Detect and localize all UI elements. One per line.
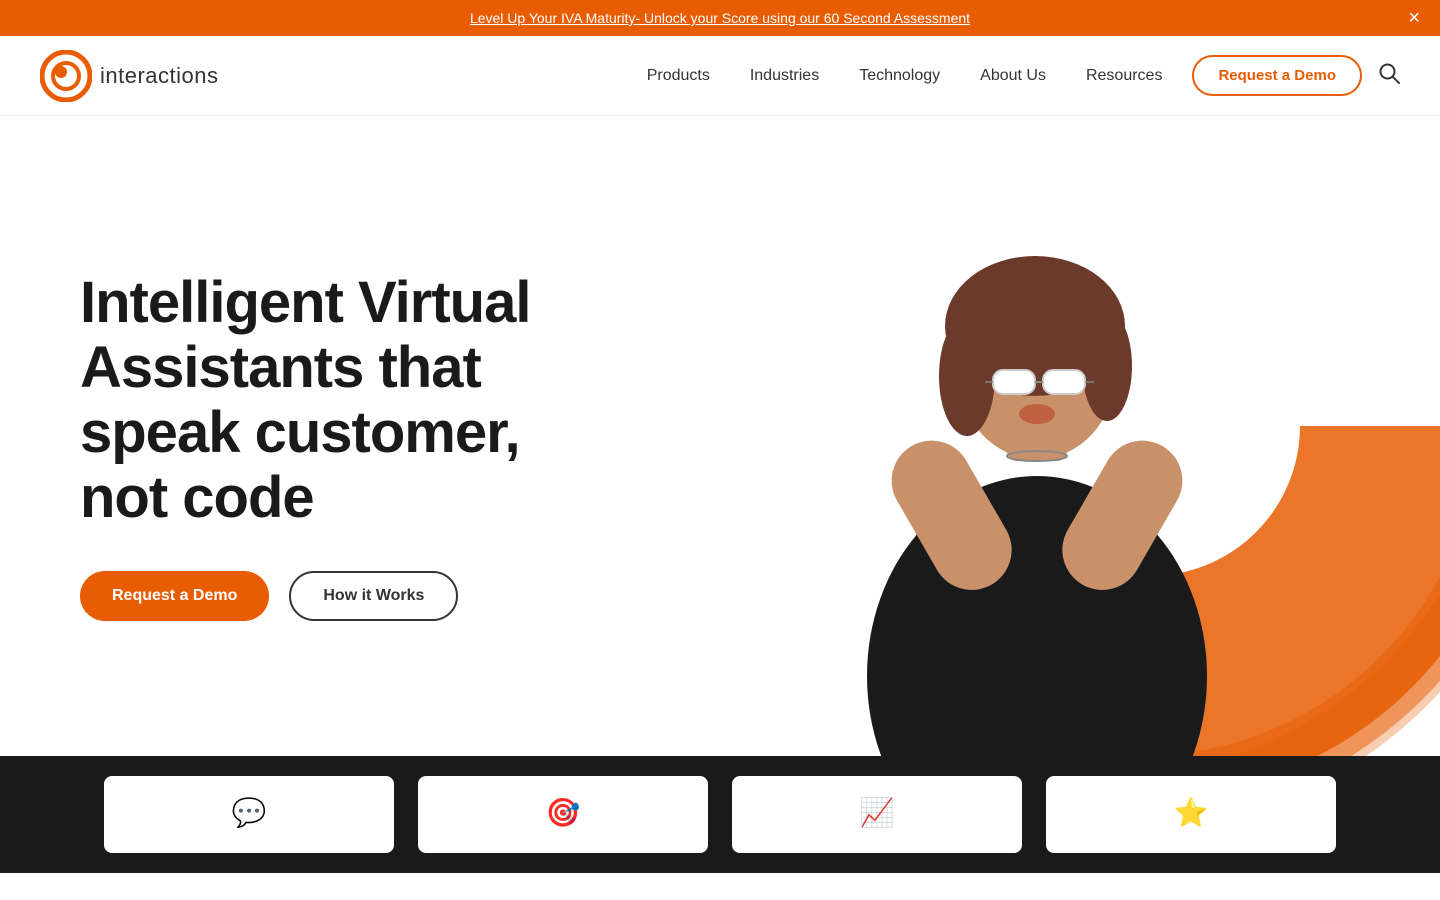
card-icon-2: 🎯 [546,796,581,829]
card-icon-3: 📈 [860,796,895,829]
card-icon-4: ⭐ [1174,796,1209,829]
nav-industries[interactable]: Industries [750,67,819,85]
hero-buttons: Request a Demo How it Works [80,571,580,621]
card-item-2: 🎯 [418,776,708,853]
navbar: interactions Products Industries Technol… [0,36,1440,116]
banner-close-button[interactable]: × [1408,8,1420,28]
person-illustration [797,116,1277,756]
hero-background-circles [780,116,1440,756]
announcement-banner: Level Up Your IVA Maturity- Unlock your … [0,0,1440,36]
card-item-1: 💬 [104,776,394,853]
card-item-3: 📈 [732,776,1022,853]
card-item-4: ⭐ [1046,776,1336,853]
search-icon[interactable] [1378,62,1400,90]
navbar-demo-button[interactable]: Request a Demo [1192,55,1362,96]
hero-how-button[interactable]: How it Works [289,571,458,621]
hero-heading: Intelligent Virtual Assistants that spea… [80,271,580,531]
logo-text: interactions [100,63,219,89]
hero-image [634,116,1440,756]
hero-section: Intelligent Virtual Assistants that spea… [0,116,1440,756]
nav-products[interactable]: Products [647,67,710,85]
hero-demo-button[interactable]: Request a Demo [80,571,269,621]
logo[interactable]: interactions [40,50,219,102]
hero-content: Intelligent Virtual Assistants that spea… [0,191,660,681]
nav-technology[interactable]: Technology [859,67,940,85]
nav-links: Products Industries Technology About Us … [647,67,1163,85]
nav-about[interactable]: About Us [980,67,1046,85]
card-icon-1: 💬 [232,796,267,829]
logo-icon [40,50,92,102]
nav-resources[interactable]: Resources [1086,67,1162,85]
banner-link[interactable]: Level Up Your IVA Maturity- Unlock your … [470,10,970,26]
cards-bar: 💬 🎯 📈 ⭐ [0,756,1440,873]
